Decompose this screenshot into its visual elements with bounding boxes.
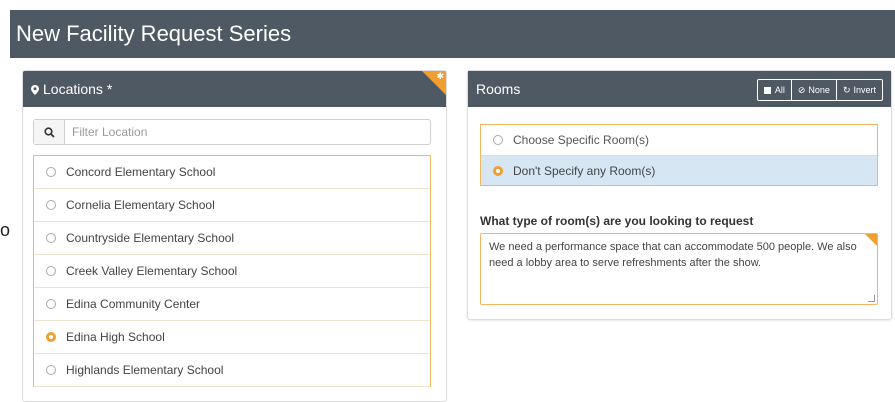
star-icon: ✱ bbox=[436, 71, 444, 81]
radio-icon[interactable] bbox=[46, 365, 56, 375]
location-item[interactable]: Edina Community Center bbox=[34, 288, 430, 321]
locations-panel: Locations * ✱ Concord Elementary School … bbox=[22, 70, 447, 402]
rooms-header: Rooms All ⊘ None ↻ Invert bbox=[468, 71, 891, 107]
room-options: Choose Specific Room(s) Don't Specify an… bbox=[480, 124, 878, 186]
locations-list: Concord Elementary School Cornelia Eleme… bbox=[33, 155, 431, 387]
radio-icon[interactable] bbox=[493, 135, 503, 145]
map-marker-icon bbox=[31, 85, 39, 95]
refresh-icon: ↻ bbox=[842, 85, 851, 95]
location-item-selected[interactable]: Edina High School bbox=[34, 321, 430, 354]
location-label: Highlands Elementary School bbox=[66, 363, 224, 377]
select-all-button[interactable]: All bbox=[758, 80, 792, 100]
location-item[interactable]: Cornelia Elementary School bbox=[34, 189, 430, 222]
location-label: Creek Valley Elementary School bbox=[66, 264, 238, 278]
filter-location-input[interactable] bbox=[72, 120, 422, 144]
search-icon bbox=[43, 126, 55, 138]
location-label: Edina High School bbox=[66, 330, 165, 344]
room-select-buttons: All ⊘ None ↻ Invert bbox=[756, 79, 883, 101]
page-title: New Facility Request Series bbox=[10, 10, 895, 58]
room-type-answer: We need a performance space that can acc… bbox=[489, 241, 857, 269]
location-label: Countryside Elementary School bbox=[66, 231, 235, 245]
location-filter bbox=[33, 119, 431, 145]
select-all-label: All bbox=[774, 85, 785, 95]
select-none-label: None bbox=[808, 85, 830, 95]
search-button[interactable] bbox=[34, 120, 65, 144]
resize-handle[interactable] bbox=[868, 295, 875, 302]
radio-icon[interactable] bbox=[46, 200, 56, 210]
rooms-title: Rooms bbox=[476, 81, 521, 97]
location-item[interactable]: Highlands Elementary School bbox=[34, 354, 430, 387]
select-none-button[interactable]: ⊘ None bbox=[792, 80, 837, 100]
radio-icon[interactable] bbox=[46, 167, 56, 177]
room-type-question: What type of room(s) are you looking to … bbox=[480, 214, 754, 228]
invert-selection-button[interactable]: ↻ Invert bbox=[837, 80, 882, 100]
radio-icon[interactable] bbox=[46, 233, 56, 243]
ban-icon: ⊘ bbox=[797, 85, 806, 95]
location-item[interactable]: Creek Valley Elementary School bbox=[34, 255, 430, 288]
partial-text: o bbox=[0, 220, 11, 240]
location-label: Cornelia Elementary School bbox=[66, 198, 215, 212]
location-item[interactable]: Countryside Elementary School bbox=[34, 222, 430, 255]
rooms-panel: Rooms All ⊘ None ↻ Invert Choose Specifi… bbox=[467, 70, 892, 320]
radio-selected-icon[interactable] bbox=[493, 166, 503, 176]
location-label: Concord Elementary School bbox=[66, 165, 216, 179]
room-option-specific[interactable]: Choose Specific Room(s) bbox=[481, 125, 877, 155]
locations-header: Locations * ✱ bbox=[23, 71, 446, 107]
radio-icon[interactable] bbox=[46, 266, 56, 276]
locations-title: Locations * bbox=[43, 81, 113, 97]
invert-label: Invert bbox=[853, 85, 876, 95]
radio-icon[interactable] bbox=[46, 299, 56, 309]
room-option-label: Choose Specific Room(s) bbox=[513, 133, 650, 147]
room-type-textarea[interactable]: We need a performance space that can acc… bbox=[480, 233, 878, 305]
room-option-unspecified[interactable]: Don't Specify any Room(s) bbox=[481, 155, 877, 185]
radio-selected-icon[interactable] bbox=[46, 332, 56, 342]
location-item[interactable]: Concord Elementary School bbox=[34, 156, 430, 189]
location-label: Edina Community Center bbox=[66, 297, 201, 311]
room-option-label: Don't Specify any Room(s) bbox=[513, 164, 656, 178]
square-icon bbox=[763, 86, 771, 94]
required-corner-badge bbox=[865, 234, 877, 246]
